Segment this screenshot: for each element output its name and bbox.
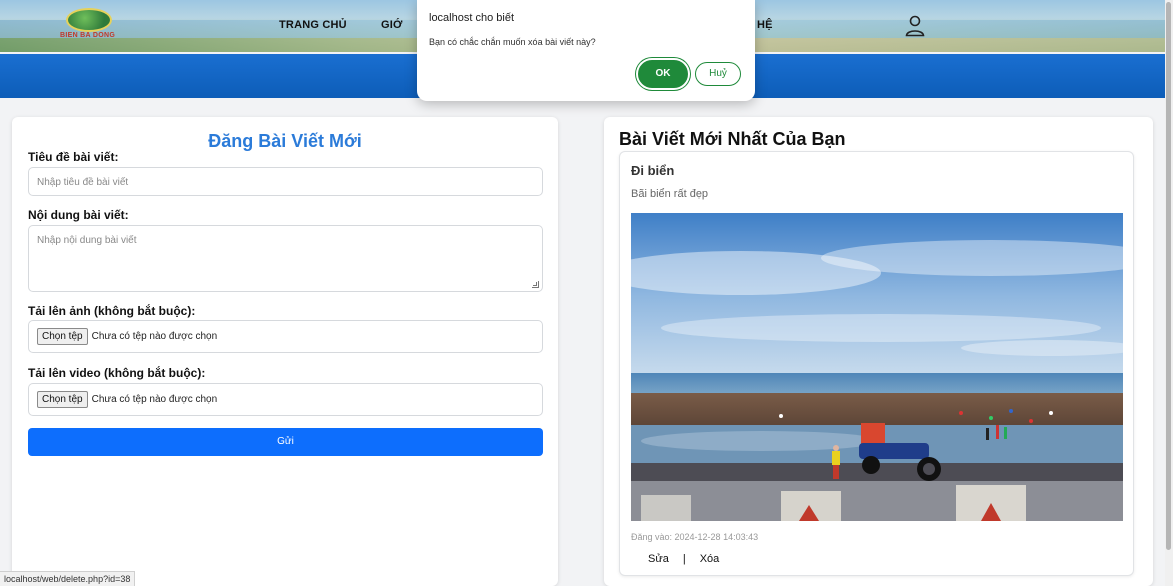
image-upload-label: Tải lên ảnh (không bắt buộc): bbox=[28, 304, 196, 318]
action-separator: | bbox=[682, 553, 686, 565]
user-icon[interactable] bbox=[905, 15, 925, 37]
image-choose-file-button[interactable]: Chọn tệp bbox=[37, 328, 88, 345]
dialog-cancel-button[interactable]: Huỷ bbox=[695, 62, 741, 86]
video-file-status: Chưa có tệp nào được chọn bbox=[91, 394, 218, 405]
content-textarea[interactable]: Nhập nội dung bài viết bbox=[28, 225, 543, 292]
post-actions: Sửa | Xóa bbox=[648, 553, 719, 565]
image-file-status: Chưa có tệp nào được chọn bbox=[91, 331, 218, 342]
form-title: Đăng Bài Viết Mới bbox=[208, 131, 362, 151]
page-scrollbar[interactable] bbox=[1165, 0, 1173, 586]
post-card: Đi biển Bãi biển rất đẹp Đăng vào: 2024-… bbox=[619, 151, 1134, 576]
content-label: Nội dung bài viết: bbox=[28, 208, 129, 222]
nav-contact[interactable]: HỆ bbox=[757, 19, 773, 31]
dialog-ok-button[interactable]: OK bbox=[638, 60, 688, 88]
nav-about[interactable]: GIỚ bbox=[381, 19, 403, 31]
post-body: Bãi biển rất đẹp bbox=[631, 188, 709, 200]
confirm-dialog: localhost cho biết Bạn có chắc chắn muốn… bbox=[417, 0, 755, 101]
nav-home[interactable]: TRANG CHỦ bbox=[279, 19, 347, 31]
recent-posts-heading: Bài Viết Mới Nhất Của Bạn bbox=[619, 129, 846, 149]
content-placeholder: Nhập nội dung bài viết bbox=[37, 235, 137, 246]
title-input[interactable]: Nhập tiêu đề bài viết bbox=[28, 167, 543, 196]
video-choose-file-button[interactable]: Chọn tệp bbox=[37, 391, 88, 408]
dialog-title: localhost cho biết bbox=[429, 12, 514, 24]
new-post-form: Đăng Bài Viết Mới Tiêu đề bài viết: Nhập… bbox=[12, 117, 558, 586]
site-logo[interactable]: BIEN BA DONG bbox=[58, 6, 138, 44]
image-upload-field: Chọn tệp Chưa có tệp nào được chọn bbox=[28, 320, 543, 353]
video-upload-label: Tải lên video (không bắt buộc): bbox=[28, 366, 206, 380]
post-date: Đăng vào: 2024-12-28 14:03:43 bbox=[631, 532, 759, 542]
edit-post-link[interactable]: Sửa bbox=[648, 553, 669, 565]
resize-grip-icon[interactable] bbox=[532, 281, 539, 288]
logo-text: BIEN BA DONG bbox=[60, 32, 116, 39]
video-upload-field: Chọn tệp Chưa có tệp nào được chọn bbox=[28, 383, 543, 416]
submit-button[interactable]: Gửi bbox=[28, 428, 543, 456]
status-bar-url: localhost/web/delete.php?id=38 bbox=[0, 571, 136, 586]
recent-posts-panel: Bài Viết Mới Nhất Của Bạn Đi biển Bãi bi… bbox=[604, 117, 1153, 586]
scrollbar-thumb[interactable] bbox=[1166, 2, 1171, 550]
delete-post-link[interactable]: Xóa bbox=[700, 553, 720, 565]
dialog-message: Bạn có chắc chắn muốn xóa bài viết này? bbox=[429, 37, 596, 47]
logo-emblem-icon bbox=[66, 8, 112, 32]
post-image bbox=[631, 213, 1123, 521]
title-label: Tiêu đề bài viết: bbox=[28, 150, 119, 164]
post-title: Đi biển bbox=[631, 163, 675, 178]
